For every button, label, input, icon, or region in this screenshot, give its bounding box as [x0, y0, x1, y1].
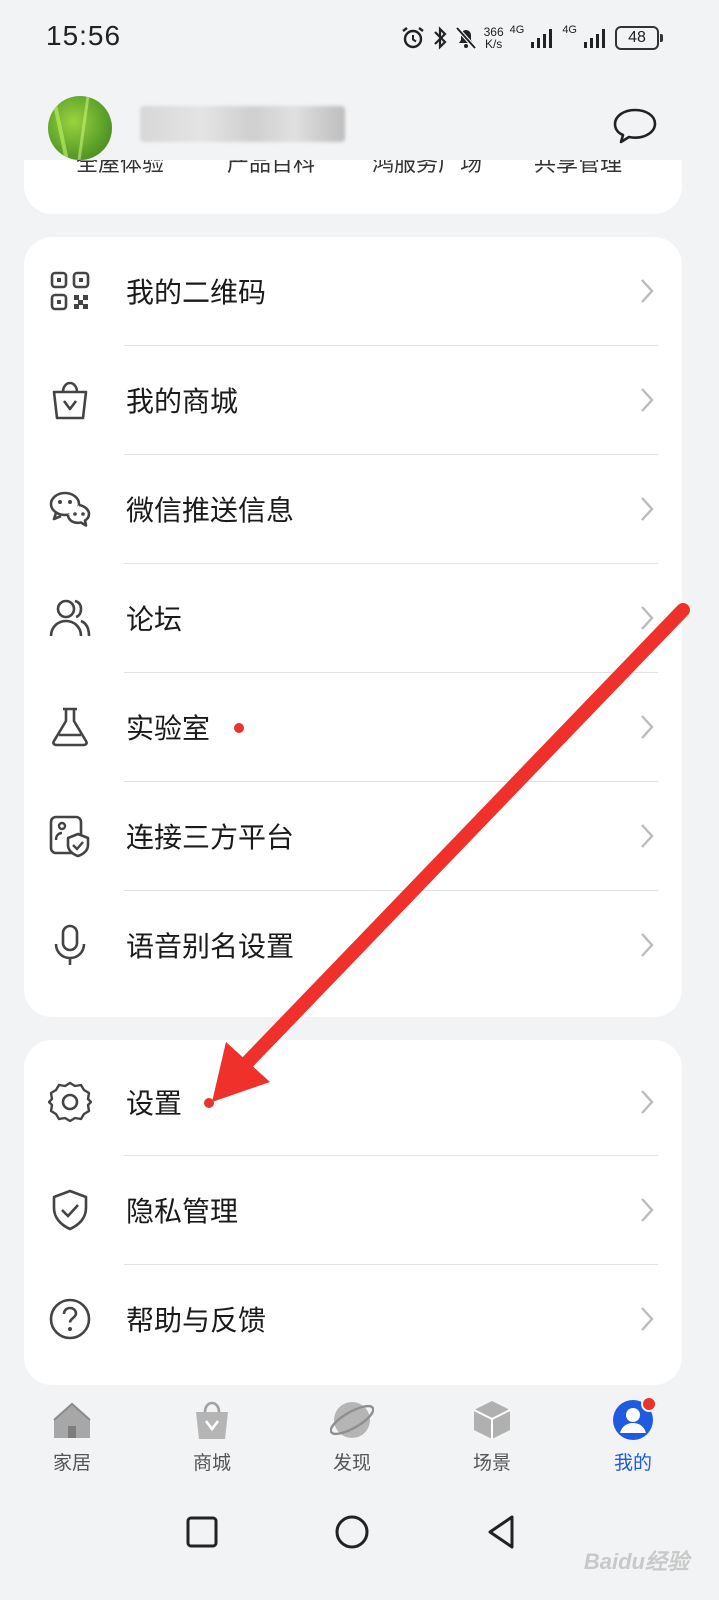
new-badge-dot [204, 1098, 214, 1108]
recents-button[interactable] [182, 1512, 222, 1552]
chevron-right-icon [641, 606, 654, 630]
status-bar: 15:56 366 K/s 4G 4G 48 [0, 0, 719, 76]
menu-item-label: 连接三方平台 [126, 821, 295, 854]
sim1-label: 4G [509, 24, 525, 36]
chevron-right-icon [641, 824, 654, 848]
microphone-icon [48, 923, 92, 967]
menu-item-label: 微信推送信息 [126, 494, 295, 527]
menu-item-forum[interactable]: 论坛 [24, 564, 682, 673]
gear-icon [48, 1080, 92, 1124]
status-icons: 366 K/s 4G 4G 48 [400, 22, 663, 54]
avatar[interactable] [48, 96, 112, 160]
bell-off-icon [455, 26, 477, 50]
menu-item-qr-code[interactable]: 我的二维码 [24, 237, 682, 346]
menu-item-lab[interactable]: 实验室 [24, 673, 682, 782]
shopping-bag-icon [48, 378, 92, 422]
third-party-shield-icon [48, 814, 92, 858]
menu-item-label: 隐私管理 [126, 1195, 239, 1228]
chevron-right-icon [641, 1198, 654, 1222]
tab-label: 家居 [52, 1452, 91, 1474]
scene-icon [470, 1398, 514, 1442]
watermark: Baidu经验 [583, 1549, 689, 1574]
signal-icon [531, 29, 553, 48]
wechat-icon [48, 487, 92, 531]
mall-icon [190, 1398, 234, 1442]
menu-item-label: 帮助与反馈 [126, 1304, 267, 1337]
menu-item-voice-alias[interactable]: 语音别名设置 [24, 891, 682, 1000]
chevron-right-icon [641, 1090, 654, 1114]
menu-item-my-mall[interactable]: 我的商城 [24, 346, 682, 455]
flask-icon [48, 705, 92, 749]
bottom-nav: 家居 商城 发现 场景 我的 [0, 1390, 719, 1490]
tab-scene[interactable]: 场景 [447, 1398, 537, 1475]
status-time: 15:56 [46, 20, 122, 51]
home-button[interactable] [332, 1512, 372, 1552]
net-speed: 366 K/s [483, 25, 504, 51]
chevron-right-icon [641, 1307, 654, 1331]
chevron-right-icon [641, 933, 654, 957]
menu-card-main: 我的二维码 我的商城 微信推送信息 论坛 实验室 连接三方平台 语音别名设置 [24, 237, 682, 1017]
home-icon [50, 1398, 94, 1442]
battery-indicator: 48 [615, 26, 663, 50]
username[interactable]: 159 [140, 106, 345, 142]
discover-icon [329, 1398, 375, 1442]
alarm-icon [401, 27, 424, 49]
tab-label: 发现 [332, 1452, 371, 1474]
menu-item-label: 实验室 [126, 712, 211, 745]
users-icon [48, 596, 92, 640]
tab-label: 商城 [192, 1452, 231, 1474]
menu-item-third-party[interactable]: 连接三方平台 [24, 782, 682, 891]
signal-icon [584, 29, 605, 48]
quick-link[interactable]: 鸿服务广场 [372, 160, 482, 178]
tab-mall[interactable]: 商城 [167, 1398, 257, 1475]
sim2-label: 4G [562, 24, 577, 36]
new-badge-dot [234, 723, 244, 733]
quick-link[interactable]: 产品百科 [227, 160, 315, 178]
notification-badge [641, 1396, 657, 1412]
profile-icon [611, 1396, 657, 1442]
tab-label: 场景 [472, 1452, 511, 1474]
menu-item-wechat-push[interactable]: 微信推送信息 [24, 455, 682, 564]
menu-item-label: 我的二维码 [126, 276, 267, 309]
chevron-right-icon [641, 715, 654, 739]
tab-label: 我的 [613, 1452, 652, 1474]
menu-item-label: 我的商城 [126, 385, 239, 418]
tab-profile[interactable]: 我的 [588, 1396, 678, 1475]
chat-bubble-icon [613, 108, 657, 144]
bluetooth-icon [433, 26, 447, 50]
chevron-right-icon [641, 279, 654, 303]
quick-links-card: 全屋体验 产品百科 鸿服务广场 共享管理 [24, 160, 682, 214]
menu-item-settings[interactable]: 设置 [24, 1040, 682, 1156]
menu-item-label: 设置 [126, 1087, 183, 1120]
menu-item-privacy[interactable]: 隐私管理 [24, 1156, 682, 1265]
menu-item-label: 论坛 [126, 603, 183, 636]
back-button[interactable] [482, 1512, 522, 1552]
chevron-right-icon [641, 388, 654, 412]
quick-link[interactable]: 共享管理 [534, 160, 622, 178]
menu-item-help[interactable]: 帮助与反馈 [24, 1265, 682, 1374]
tab-home[interactable]: 家居 [27, 1398, 117, 1475]
tab-discover[interactable]: 发现 [307, 1398, 397, 1475]
quick-link[interactable]: 全屋体验 [76, 160, 164, 178]
qr-code-icon [48, 269, 92, 313]
message-button[interactable] [610, 100, 660, 150]
chevron-right-icon [641, 497, 654, 521]
menu-card-system: 设置 隐私管理 帮助与反馈 [24, 1040, 682, 1385]
shield-check-icon [48, 1188, 92, 1232]
help-icon [48, 1297, 92, 1341]
menu-item-label: 语音别名设置 [126, 930, 295, 963]
